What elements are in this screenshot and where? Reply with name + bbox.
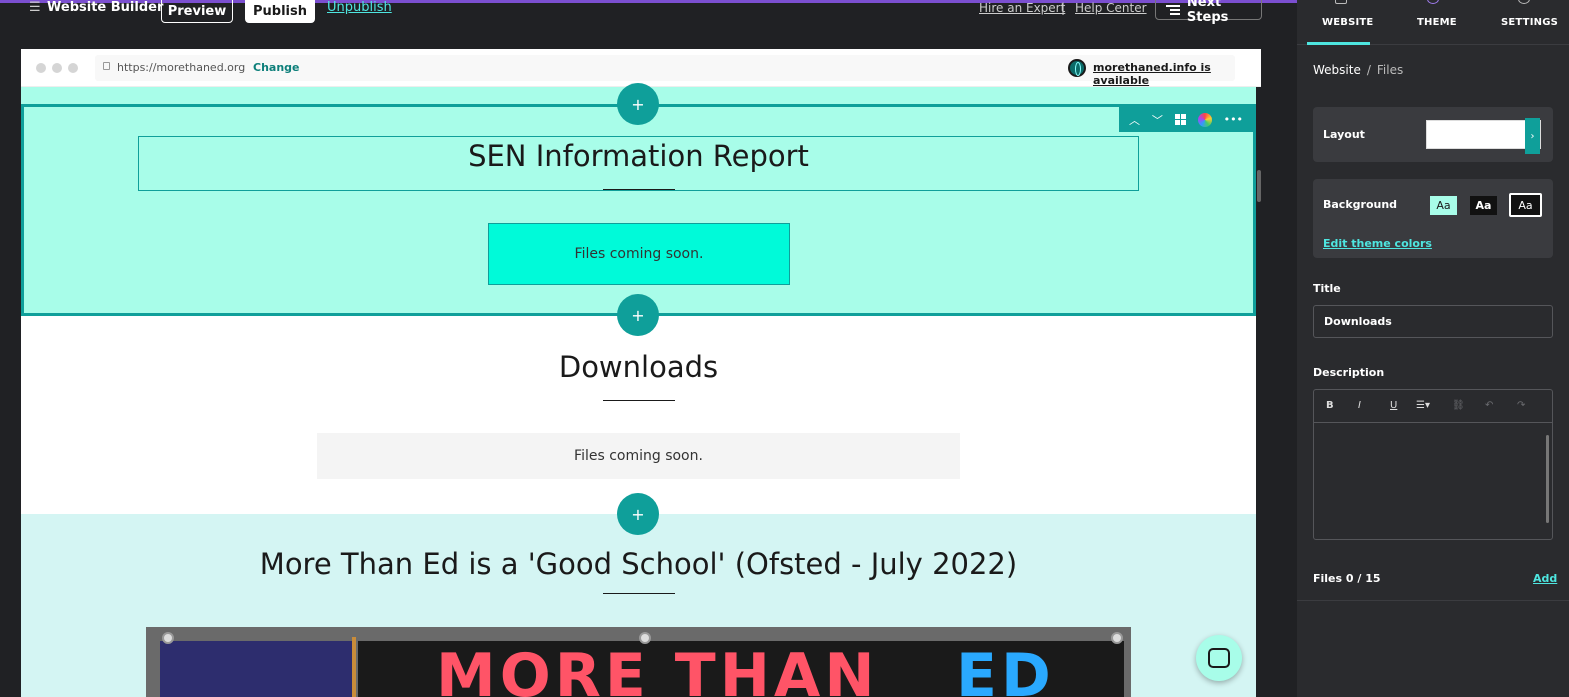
menu-icon[interactable]: ☰ [29, 0, 41, 15]
panel-tabs: WEBSITE THEME SETTINGS [1297, 0, 1569, 45]
section-downloads[interactable]: Downloads Files coming soon. [21, 316, 1256, 514]
active-tab-indicator [1307, 42, 1370, 45]
panel-divider [1297, 600, 1569, 601]
section-toolbar: ︿ ﹀ ••• [1119, 107, 1253, 132]
downloads-files-placeholder[interactable]: Files coming soon. [317, 433, 960, 479]
edit-theme-colors-link[interactable]: Edit theme colors [1323, 237, 1432, 250]
next-steps-label: Next Steps [1186, 0, 1229, 25]
lock-icon [103, 62, 110, 70]
globe-icon [1068, 59, 1086, 77]
sen-report-title[interactable]: SEN Information Report [21, 139, 1256, 173]
breadcrumb: Website / Files [1313, 63, 1404, 77]
add-section-button[interactable]: + [617, 294, 659, 336]
background-label: Background [1323, 198, 1398, 211]
layout-label: Layout [1323, 128, 1365, 141]
underline-button[interactable]: U [1390, 400, 1397, 411]
background-swatch-dark[interactable]: Aa [1470, 196, 1497, 215]
title-underline [603, 593, 675, 594]
banner-text-more-than: MORE THAN [436, 641, 879, 697]
chat-icon [1208, 648, 1230, 668]
add-section-button[interactable]: + [617, 83, 659, 125]
layout-card[interactable]: Layout › [1313, 107, 1553, 162]
editor-scrollbar[interactable] [1546, 435, 1549, 523]
undo-icon[interactable]: ↶ [1485, 400, 1493, 411]
link-separator: | [1061, 1, 1066, 15]
description-field-label: Description [1313, 366, 1385, 379]
help-center-link[interactable]: Help Center [1075, 1, 1147, 15]
section-ofsted[interactable]: More Than Ed is a 'Good School' (Ofsted … [21, 514, 1256, 697]
italic-button[interactable]: I [1358, 400, 1361, 411]
tab-settings[interactable]: SETTINGS [1501, 17, 1558, 28]
sen-files-placeholder[interactable]: Files coming soon. [488, 223, 790, 285]
chevron-right-icon[interactable]: › [1525, 118, 1540, 154]
window-dots [36, 63, 78, 73]
breadcrumb-current: Files [1376, 63, 1404, 77]
url-text: https://morethaned.org [117, 61, 246, 74]
checklist-icon [1166, 5, 1180, 15]
site-preview-frame: https://morethaned.org Change morethaned… [21, 49, 1261, 697]
more-options-icon[interactable]: ••• [1224, 113, 1243, 126]
bold-button[interactable]: B [1326, 400, 1334, 411]
hire-expert-link[interactable]: Hire an Expert [979, 1, 1065, 15]
title-input[interactable]: Downloads [1313, 305, 1553, 338]
files-count: Files 0 / 15 [1313, 572, 1381, 585]
tab-theme[interactable]: THEME [1417, 17, 1457, 28]
website-tab-icon [1335, 0, 1347, 4]
unpublish-link[interactable]: Unpublish [327, 0, 392, 15]
ofsted-title[interactable]: More Than Ed is a 'Good School' (Ofsted … [21, 547, 1256, 581]
breadcrumb-website[interactable]: Website [1313, 63, 1361, 77]
preview-scroll-thumb[interactable] [1257, 170, 1261, 202]
address-bar: https://morethaned.org Change morethaned… [21, 49, 1261, 87]
background-swatch-light[interactable]: Aa [1430, 196, 1457, 215]
title-underline [603, 189, 675, 190]
add-section-button[interactable]: + [617, 493, 659, 535]
publish-button[interactable]: Publish [245, 0, 315, 23]
description-editor[interactable]: B I U ☰▾ ⛓ ↶ ↷ [1313, 389, 1553, 540]
background-swatch-selected[interactable]: Aa [1509, 193, 1542, 217]
rte-toolbar: B I U ☰▾ ⛓ ↶ ↷ [1314, 390, 1552, 423]
app-title: Website Builder [47, 0, 164, 15]
school-banner-image[interactable]: MORE THAN ED [146, 627, 1131, 697]
link-icon[interactable]: ⛓ [1452, 400, 1465, 411]
chat-button[interactable] [1196, 635, 1242, 681]
page-canvas: ︿ ﹀ ••• SEN Information Report Files com… [21, 83, 1261, 697]
title-underline [603, 400, 675, 401]
editor-panel: WEBSITE THEME SETTINGS Website / Files Lay… [1297, 0, 1569, 697]
domain-available-link[interactable]: morethaned.info is available [1093, 61, 1261, 87]
preview-button[interactable]: Preview [161, 0, 233, 23]
background-card: Background Aa Aa Aa Edit theme colors [1313, 179, 1553, 258]
next-steps-button[interactable]: Next Steps [1155, 0, 1262, 25]
layout-thumbnail[interactable] [1426, 120, 1541, 149]
title-field-label: Title [1313, 282, 1341, 295]
layout-grid-icon[interactable] [1174, 114, 1186, 125]
redo-icon[interactable]: ↷ [1517, 400, 1525, 411]
move-up-icon[interactable]: ︿ [1129, 112, 1140, 128]
move-down-icon[interactable]: ﹀ [1152, 112, 1163, 128]
tab-website[interactable]: WEBSITE [1322, 17, 1373, 28]
settings-gear-icon [1518, 0, 1530, 4]
add-file-link[interactable]: Add [1533, 572, 1557, 585]
theme-tab-icon [1427, 0, 1439, 4]
color-palette-icon[interactable] [1197, 112, 1212, 127]
list-dropdown-button[interactable]: ☰▾ [1416, 400, 1430, 411]
downloads-title[interactable]: Downloads [21, 350, 1256, 384]
banner-text-ed: ED [956, 641, 1055, 697]
change-domain-link[interactable]: Change [253, 61, 300, 74]
top-bar: ☰ Website Builder Preview Publish Unpubl… [0, 0, 1296, 40]
